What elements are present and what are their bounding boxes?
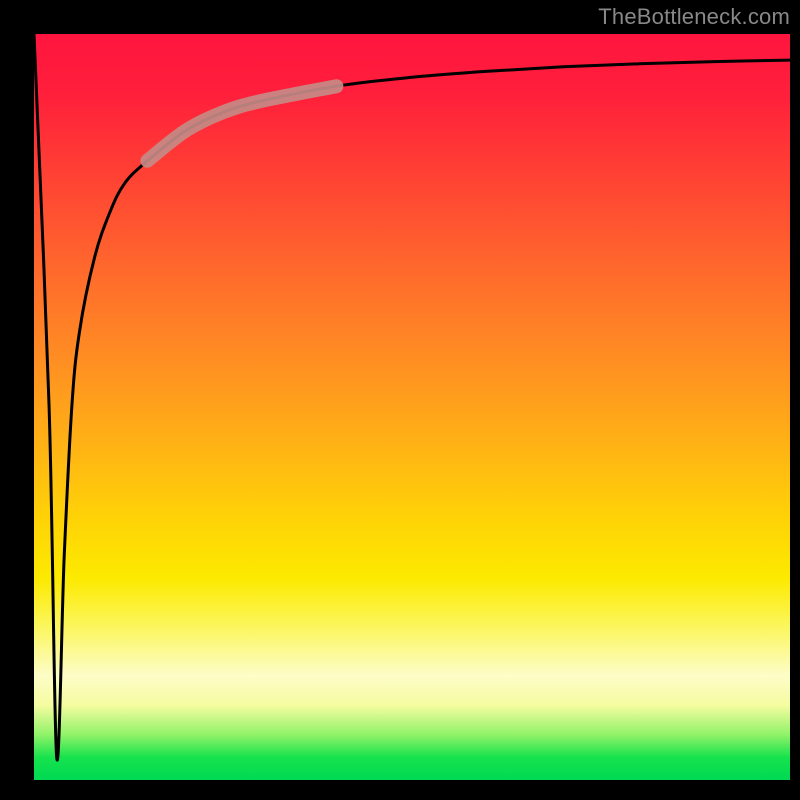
highlight-segment	[147, 86, 336, 161]
bottleneck-curve	[34, 34, 790, 760]
curve-svg	[34, 34, 790, 780]
chart-frame: TheBottleneck.com	[0, 0, 800, 800]
plot-area	[34, 34, 790, 780]
watermark-text: TheBottleneck.com	[598, 4, 790, 30]
